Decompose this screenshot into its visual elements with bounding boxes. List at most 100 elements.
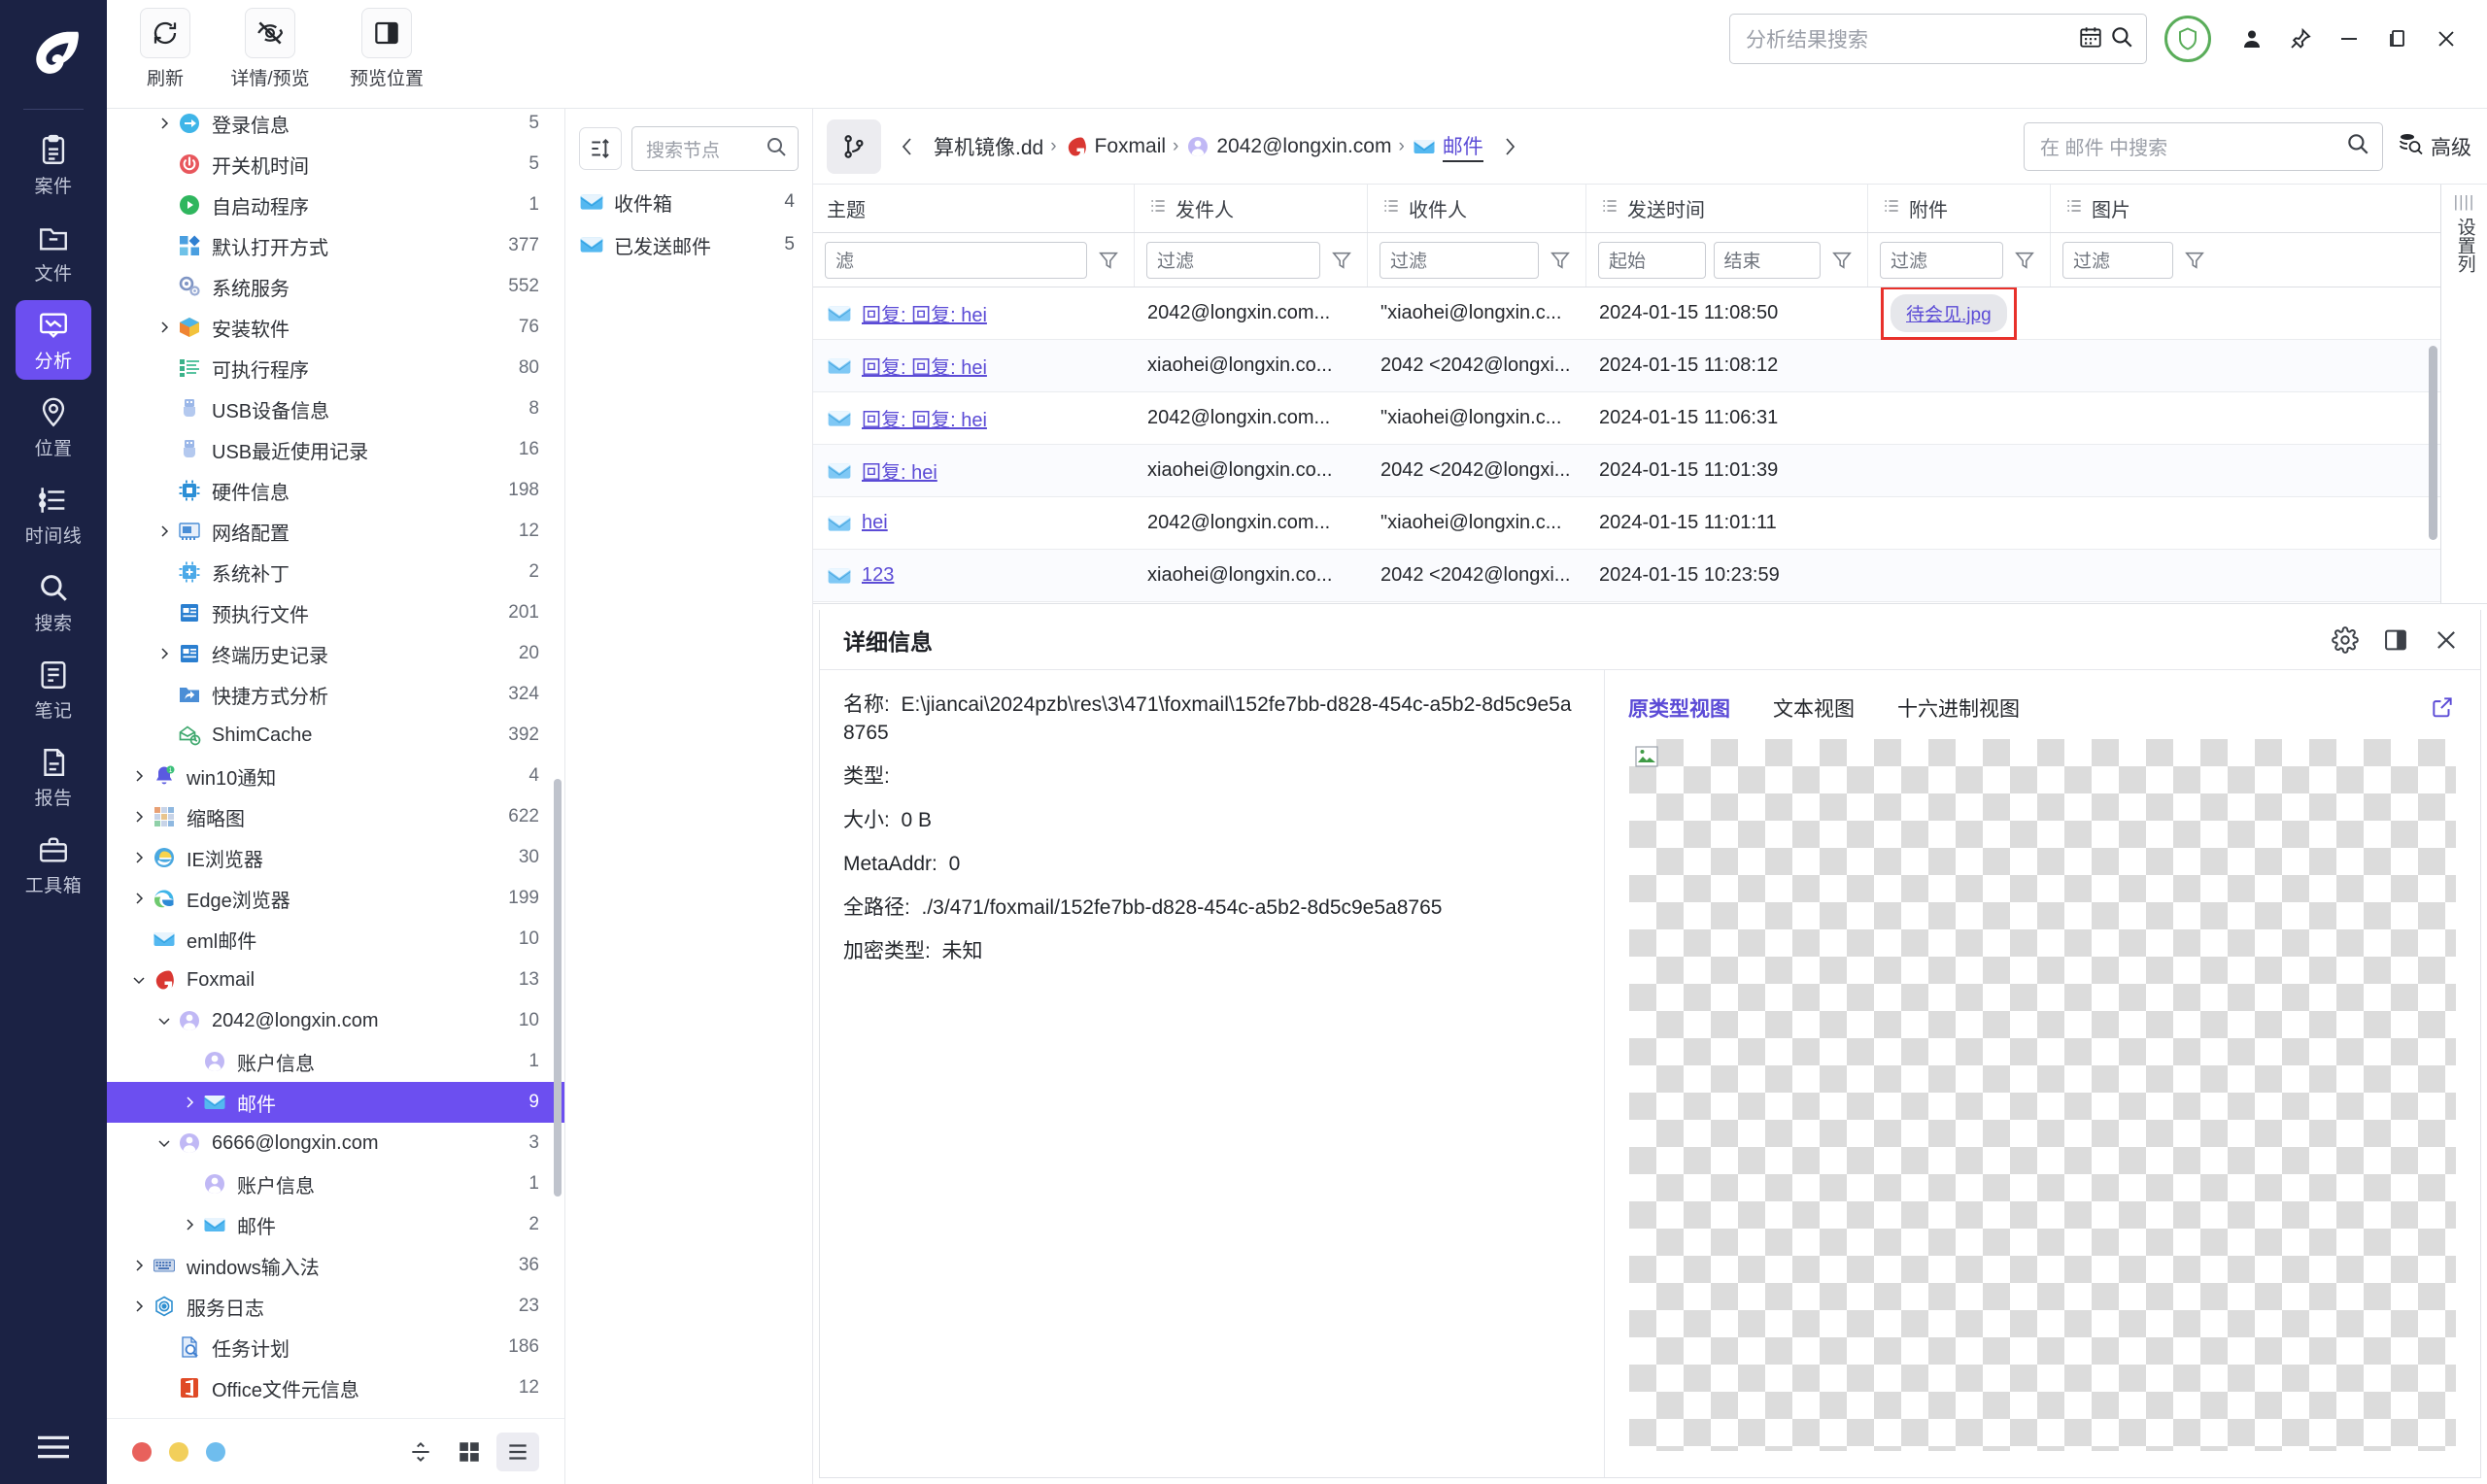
funnel-icon[interactable] bbox=[1547, 250, 1574, 271]
grid-icon[interactable] bbox=[448, 1433, 491, 1471]
sidebar-item-analysis[interactable]: 分析 bbox=[16, 300, 91, 380]
tree-node[interactable]: 预执行文件 201 bbox=[107, 592, 564, 633]
funnel-icon[interactable] bbox=[1095, 250, 1122, 271]
sidebar-item-location[interactable]: 位置 bbox=[16, 388, 91, 467]
funnel-icon[interactable] bbox=[2011, 250, 2038, 271]
table-column-header[interactable]: 主题 bbox=[813, 185, 1134, 232]
tree-node[interactable]: 登录信息 5 bbox=[107, 109, 564, 144]
tree-node[interactable]: USB设备信息 8 bbox=[107, 388, 564, 429]
tree-node[interactable]: 终端历史记录 20 bbox=[107, 633, 564, 674]
advanced-search-button[interactable]: 高级 bbox=[2397, 130, 2471, 163]
open-external-icon[interactable] bbox=[2430, 694, 2457, 722]
table-column-header[interactable]: 附件 bbox=[1867, 185, 2050, 232]
chevron-right-icon[interactable] bbox=[152, 646, 177, 661]
mail-subject-link[interactable]: 回复: hei bbox=[862, 456, 937, 485]
tree-node[interactable]: 默认打开方式 377 bbox=[107, 225, 564, 266]
chevron-right-icon[interactable] bbox=[152, 320, 177, 335]
chevron-right-icon[interactable] bbox=[177, 1217, 202, 1232]
tree-scrollbar[interactable] bbox=[554, 779, 562, 1197]
tree-node[interactable]: 快捷方式分析 324 bbox=[107, 674, 564, 715]
table-cell-subject[interactable]: 回复: 回复: hei bbox=[813, 404, 1134, 432]
filter-time-start-input[interactable]: 起始 bbox=[1598, 241, 1706, 279]
table-column-header[interactable]: 图片 bbox=[2050, 185, 2220, 232]
list-item[interactable]: 收件箱 4 bbox=[565, 181, 812, 223]
tree-node[interactable]: Edge浏览器 199 bbox=[107, 878, 564, 919]
tree-node[interactable]: 任务计划 186 bbox=[107, 1327, 564, 1367]
breadcrumb-item[interactable]: 2042@longxin.com bbox=[1185, 134, 1391, 159]
refresh-button[interactable]: 刷新 bbox=[122, 8, 208, 90]
table-row[interactable]: 回复: 回复: hei xiaohei@longxin.co... 2042 <20… bbox=[813, 340, 2440, 392]
column-menu-icon[interactable] bbox=[2064, 196, 2084, 221]
chevron-right-icon[interactable] bbox=[126, 768, 152, 784]
node-search-input[interactable]: 搜索节点 bbox=[631, 126, 799, 171]
filter-subject-input[interactable]: 滤 bbox=[825, 241, 1087, 279]
tree-node[interactable]: 2042@longxin.com 10 bbox=[107, 1000, 564, 1041]
table-body[interactable]: 回复: 回复: hei 2042@longxin.com... "xiaohei@l… bbox=[813, 287, 2440, 603]
tree-node[interactable]: 硬件信息 198 bbox=[107, 470, 564, 511]
chevron-right-icon[interactable] bbox=[1493, 137, 1526, 156]
column-menu-icon[interactable] bbox=[1882, 196, 1901, 221]
table-cell-subject[interactable]: hei bbox=[813, 511, 1134, 536]
chevron-down-icon[interactable] bbox=[126, 972, 152, 988]
column-menu-icon[interactable] bbox=[1381, 196, 1401, 221]
filter-sender-input[interactable]: 过滤 bbox=[1146, 241, 1320, 279]
shield-check-icon[interactable] bbox=[2164, 16, 2211, 62]
chevron-right-icon[interactable] bbox=[126, 891, 152, 906]
tree-node[interactable]: 自启动程序 1 bbox=[107, 185, 564, 225]
close-icon[interactable] bbox=[2432, 625, 2461, 655]
chevron-right-icon[interactable] bbox=[126, 809, 152, 825]
preview-tab[interactable]: 十六进制视图 bbox=[1897, 693, 2020, 723]
tree-scroll-area[interactable]: 登录信息 5 开关机时间 5 自启动程序 1 默认打开方式 377 系统服务 552 安装软件 76 可… bbox=[107, 109, 564, 1418]
tree-node[interactable]: ShimCache 392 bbox=[107, 715, 564, 756]
user-icon[interactable] bbox=[2238, 25, 2266, 52]
attachment-link[interactable]: 待会见.jpg bbox=[1891, 294, 2007, 332]
chevron-right-icon[interactable] bbox=[152, 116, 177, 131]
breadcrumb-item[interactable]: 邮件 bbox=[1412, 131, 1483, 162]
column-settings-button[interactable]: |||| 设置列 bbox=[2440, 185, 2487, 603]
mail-subject-link[interactable]: 123 bbox=[862, 564, 894, 587]
tree-node[interactable]: 系统补丁 2 bbox=[107, 552, 564, 592]
table-row[interactable]: 回复: hei xiaohei@longxin.co... 2042 <2042@l… bbox=[813, 445, 2440, 497]
pin-icon[interactable] bbox=[2287, 25, 2314, 52]
close-icon[interactable] bbox=[2433, 25, 2460, 52]
tree-node[interactable]: 邮件 2 bbox=[107, 1204, 564, 1245]
search-icon[interactable] bbox=[2103, 24, 2134, 54]
search-icon[interactable] bbox=[2345, 131, 2370, 161]
panel-layout-icon[interactable] bbox=[2381, 625, 2410, 655]
tree-node[interactable]: 邮件 9 bbox=[107, 1082, 564, 1123]
filter-image-input[interactable]: 过滤 bbox=[2062, 241, 2173, 279]
maximize-icon[interactable] bbox=[2384, 25, 2411, 52]
sidebar-item-notes[interactable]: 笔记 bbox=[16, 650, 91, 729]
tree-node[interactable]: 开关机时间 5 bbox=[107, 144, 564, 185]
table-cell-subject[interactable]: 123 bbox=[813, 563, 1134, 589]
hamburger-menu-icon[interactable] bbox=[0, 1432, 107, 1463]
funnel-icon[interactable] bbox=[1328, 250, 1355, 271]
table-cell-subject[interactable]: 回复: 回复: hei bbox=[813, 299, 1134, 327]
table-row[interactable]: hei 2042@longxin.com... "xiaohei@longxin.c… bbox=[813, 497, 2440, 550]
sidebar-item-toolbox[interactable]: 工具箱 bbox=[16, 825, 91, 904]
tree-node[interactable]: 网络配置 12 bbox=[107, 511, 564, 552]
branch-icon[interactable] bbox=[827, 118, 881, 174]
chevron-right-icon[interactable] bbox=[126, 1298, 152, 1314]
mail-subject-link[interactable]: 回复: 回复: hei bbox=[862, 404, 987, 432]
mail-subject-link[interactable]: 回复: 回复: hei bbox=[862, 299, 987, 327]
table-cell-subject[interactable]: 回复: 回复: hei bbox=[813, 352, 1134, 380]
analysis-search-input[interactable]: 分析结果搜索 bbox=[1729, 14, 2147, 64]
tree-node[interactable]: 服务日志 23 bbox=[107, 1286, 564, 1327]
table-scrollbar[interactable] bbox=[2429, 346, 2437, 540]
table-column-header[interactable]: 收件人 bbox=[1367, 185, 1585, 232]
chevron-right-icon[interactable] bbox=[152, 523, 177, 539]
chevron-left-icon[interactable] bbox=[891, 137, 924, 156]
tree-node[interactable]: 系统服务 552 bbox=[107, 266, 564, 307]
chevron-right-icon[interactable] bbox=[126, 1258, 152, 1273]
tree-node[interactable]: 6666@longxin.com 3 bbox=[107, 1123, 564, 1164]
breadcrumb-item[interactable]: Foxmail bbox=[1064, 134, 1166, 159]
content-search-input[interactable]: 在 邮件 中搜索 bbox=[2024, 121, 2383, 171]
table-column-header[interactable]: 发送时间 bbox=[1585, 185, 1867, 232]
tree-node[interactable]: Foxmail 13 bbox=[107, 960, 564, 1000]
filter-attachment-input[interactable]: 过滤 bbox=[1880, 241, 2003, 279]
table-cell-subject[interactable]: 回复: hei bbox=[813, 456, 1134, 485]
chevron-right-icon[interactable] bbox=[177, 1095, 202, 1110]
filter-receiver-input[interactable]: 过滤 bbox=[1380, 241, 1539, 279]
preview-tab[interactable]: 原类型视图 bbox=[1628, 693, 1730, 723]
